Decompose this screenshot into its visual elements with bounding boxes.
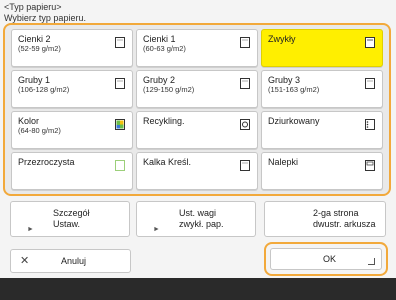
paper-type-button[interactable]: Przezroczysta — [11, 152, 133, 190]
header: <Typ papieru> Wybierz typ papieru. — [4, 2, 86, 24]
color-paper-icon — [115, 119, 125, 130]
paper-sheet-icon — [240, 37, 250, 48]
paper-sheet-icon — [240, 78, 250, 89]
paper-type-button[interactable]: Recykling. — [136, 111, 258, 149]
cancel-label: Anuluj — [61, 256, 87, 266]
paper-sheet-icon — [365, 78, 375, 89]
cancel-button[interactable]: ✕ Anuluj — [10, 249, 131, 273]
paper-type-button[interactable]: Dziurkowany — [261, 111, 383, 149]
paper-type-grid: Cienki 2 (52-59 g/m2) Cienki 1 (60-63 g/m2)… — [11, 29, 383, 190]
footer-bar — [0, 278, 396, 300]
ok-button[interactable]: OK — [270, 248, 382, 270]
details-settings-button[interactable]: Szczegół Ustaw. ► — [10, 201, 130, 237]
paper-type-button[interactable]: Gruby 3 (151-163 g/m2) — [261, 70, 383, 108]
screen-title: <Typ papieru> — [4, 2, 62, 12]
paper-type-button[interactable]: Gruby 1 (106-128 g/m2) — [11, 70, 133, 108]
bottom-settings-row: Szczegół Ustaw. ► Ust. wagi zwykł. pap. … — [10, 201, 386, 239]
transparency-icon — [115, 160, 125, 171]
paper-type-button[interactable]: Cienki 1 (60-63 g/m2) — [136, 29, 258, 67]
ok-highlight: OK — [264, 242, 388, 276]
paper-sheet-icon — [115, 37, 125, 48]
paper-type-button[interactable]: Kalka Kreśl. — [136, 152, 258, 190]
tracing-paper-icon — [240, 160, 250, 171]
paper-type-button[interactable]: Gruby 2 (129-150 g/m2) — [136, 70, 258, 108]
paper-sheet-icon — [365, 37, 375, 48]
second-side-duplex-label: 2-ga strona dwustr. arkusza — [313, 208, 376, 229]
labels-icon — [365, 160, 375, 171]
recycled-paper-icon — [240, 119, 250, 130]
second-side-duplex-button[interactable]: 2-ga strona dwustr. arkusza — [264, 201, 386, 237]
details-settings-label: Szczegół Ustaw. — [53, 208, 90, 229]
paper-type-panel: Cienki 2 (52-59 g/m2) Cienki 1 (60-63 g/m2)… — [3, 23, 391, 196]
punched-paper-icon — [365, 119, 375, 130]
enter-corner-icon — [368, 258, 375, 265]
paper-type-button[interactable]: Zwykły — [261, 29, 383, 67]
plain-paper-weight-label: Ust. wagi zwykł. pap. — [179, 208, 224, 229]
ok-label: OK — [323, 254, 337, 264]
arrow-icon: ► — [153, 226, 160, 233]
plain-paper-weight-button[interactable]: Ust. wagi zwykł. pap. ► — [136, 201, 256, 237]
paper-type-button[interactable]: Nalepki — [261, 152, 383, 190]
paper-type-button[interactable]: Kolor (64-80 g/m2) — [11, 111, 133, 149]
paper-sheet-icon — [115, 78, 125, 89]
paper-type-button[interactable]: Cienki 2 (52-59 g/m2) — [11, 29, 133, 67]
close-icon: ✕ — [20, 255, 30, 267]
arrow-icon: ► — [27, 226, 34, 233]
